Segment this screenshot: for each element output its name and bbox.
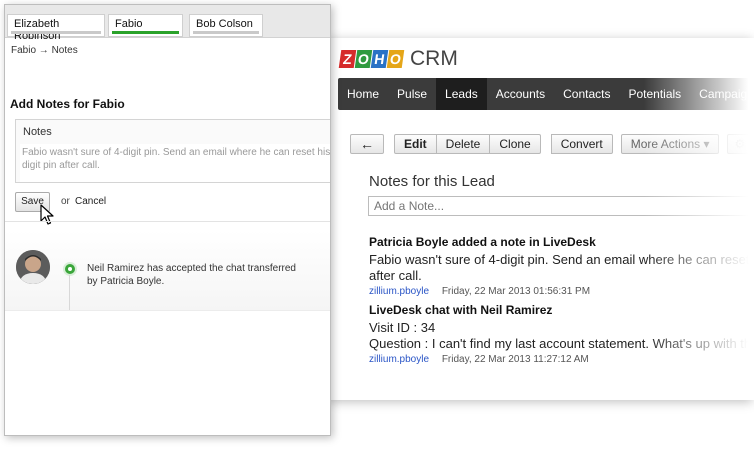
notes-textarea[interactable]: Fabio wasn't sure of 4-digit pin. Send a… [20, 144, 330, 182]
note-entry-meta: zillium.pboyle Friday, 22 Mar 2013 01:56… [369, 286, 754, 297]
more-actions-dropdown[interactable]: More Actions ▾ [620, 134, 720, 154]
nav-leads[interactable]: Leads [436, 78, 487, 110]
record-toolbar: ← Edit Delete Clone Convert More Actions… [350, 134, 753, 154]
chat-tabs: Elizabeth Robinson Fabio Bob Colson [5, 5, 330, 42]
page-title: Add Notes for Fabio [10, 97, 125, 111]
mouse-cursor-icon [40, 204, 54, 225]
breadcrumb-current: Notes [51, 45, 78, 56]
note-author-link[interactable]: zillium.pboyle [369, 354, 429, 365]
notes-section-title: Notes for this Lead [369, 173, 495, 190]
logo-letter: O [354, 50, 373, 68]
nav-accounts[interactable]: Accounts [487, 78, 554, 110]
crm-wordmark: CRM [410, 47, 458, 70]
timeline-line [69, 275, 70, 311]
note-entry-title: LiveDesk chat with Neil Ramirez [369, 303, 553, 317]
edit-button-group: Edit Delete Clone [394, 134, 541, 154]
chat-system-message: Neil Ramirez has accepted the chat trans… [87, 263, 296, 287]
note-entry-meta: zillium.pboyle Friday, 22 Mar 2013 11:27… [369, 354, 754, 365]
cancel-link[interactable]: Cancel [75, 196, 106, 207]
note-entry-line: Question : I can't find my last account … [369, 336, 754, 351]
tab-label: Bob Colson [196, 18, 253, 30]
chat-transfer-icon [63, 262, 77, 276]
note-timestamp: Friday, 22 Mar 2013 01:56:31 PM [441, 286, 591, 297]
nav-pulse[interactable]: Pulse [388, 78, 436, 110]
note-entry-line: Visit ID : 34 [369, 320, 436, 335]
notes-label: Notes [23, 126, 52, 138]
note-entry-line: after call. [369, 268, 422, 283]
tab-indicator [193, 31, 259, 34]
tab-indicator [112, 31, 179, 34]
breadcrumb-contact[interactable]: Fabio [11, 45, 36, 56]
tab-label: Elizabeth Robinson [14, 18, 61, 42]
note-entry-line: Fabio wasn't sure of 4-digit pin. Send a… [369, 252, 754, 267]
bottom-fade-overlay [330, 370, 754, 400]
add-note-input[interactable] [368, 196, 754, 216]
note-entry: LiveDesk chat with Neil Ramirez Visit ID… [369, 303, 754, 365]
note-author-link[interactable]: zillium.pboyle [369, 286, 429, 297]
logo-letter: Z [338, 50, 357, 68]
tab-elizabeth-robinson[interactable]: Elizabeth Robinson [7, 14, 105, 42]
nav-home[interactable]: Home [338, 78, 388, 110]
zoho-logo-letters: Z O H O [338, 50, 405, 68]
gear-icon[interactable]: ⚙ [727, 134, 753, 154]
tab-label: Fabio [115, 18, 143, 30]
convert-button[interactable]: Convert [550, 134, 613, 154]
tab-bob-colson[interactable]: Bob Colson [189, 14, 263, 37]
section-divider [5, 310, 330, 311]
or-separator: or [61, 196, 70, 207]
convert-button-group: Convert [550, 134, 613, 154]
nav-contacts[interactable]: Contacts [554, 78, 619, 110]
screenshot-stage: Z O H O CRM Home Pulse Leads Accounts Co… [0, 0, 754, 456]
edit-button[interactable]: Edit [394, 134, 437, 154]
logo-letter: H [370, 50, 389, 68]
breadcrumb: Fabio → Notes [11, 45, 78, 56]
note-entry-title: Patricia Boyle added a note in LiveDesk [369, 235, 596, 249]
note-entry: Patricia Boyle added a note in LiveDesk … [369, 235, 754, 297]
breadcrumb-arrow-icon: → [38, 45, 49, 56]
tab-indicator [11, 31, 101, 34]
livedesk-chat-panel: Elizabeth Robinson Fabio Bob Colson Fabi… [4, 4, 331, 436]
crm-nav-bar: Home Pulse Leads Accounts Contacts Poten… [338, 78, 754, 110]
nav-potentials[interactable]: Potentials [619, 78, 690, 110]
back-button[interactable]: ← [350, 134, 384, 154]
delete-button[interactable]: Delete [436, 134, 491, 154]
clone-button[interactable]: Clone [490, 134, 541, 154]
section-divider [5, 221, 330, 222]
logo-letter: O [386, 50, 405, 68]
notes-form: Notes Fabio wasn't sure of 4-digit pin. … [15, 119, 330, 183]
avatar [16, 250, 50, 284]
zoho-crm-logo: Z O H O CRM [338, 47, 458, 70]
crm-window: Z O H O CRM Home Pulse Leads Accounts Co… [330, 38, 754, 400]
note-timestamp: Friday, 22 Mar 2013 11:27:12 AM [441, 354, 589, 365]
nav-campaigns[interactable]: Campaigns [690, 78, 754, 110]
tab-fabio[interactable]: Fabio [108, 14, 183, 37]
